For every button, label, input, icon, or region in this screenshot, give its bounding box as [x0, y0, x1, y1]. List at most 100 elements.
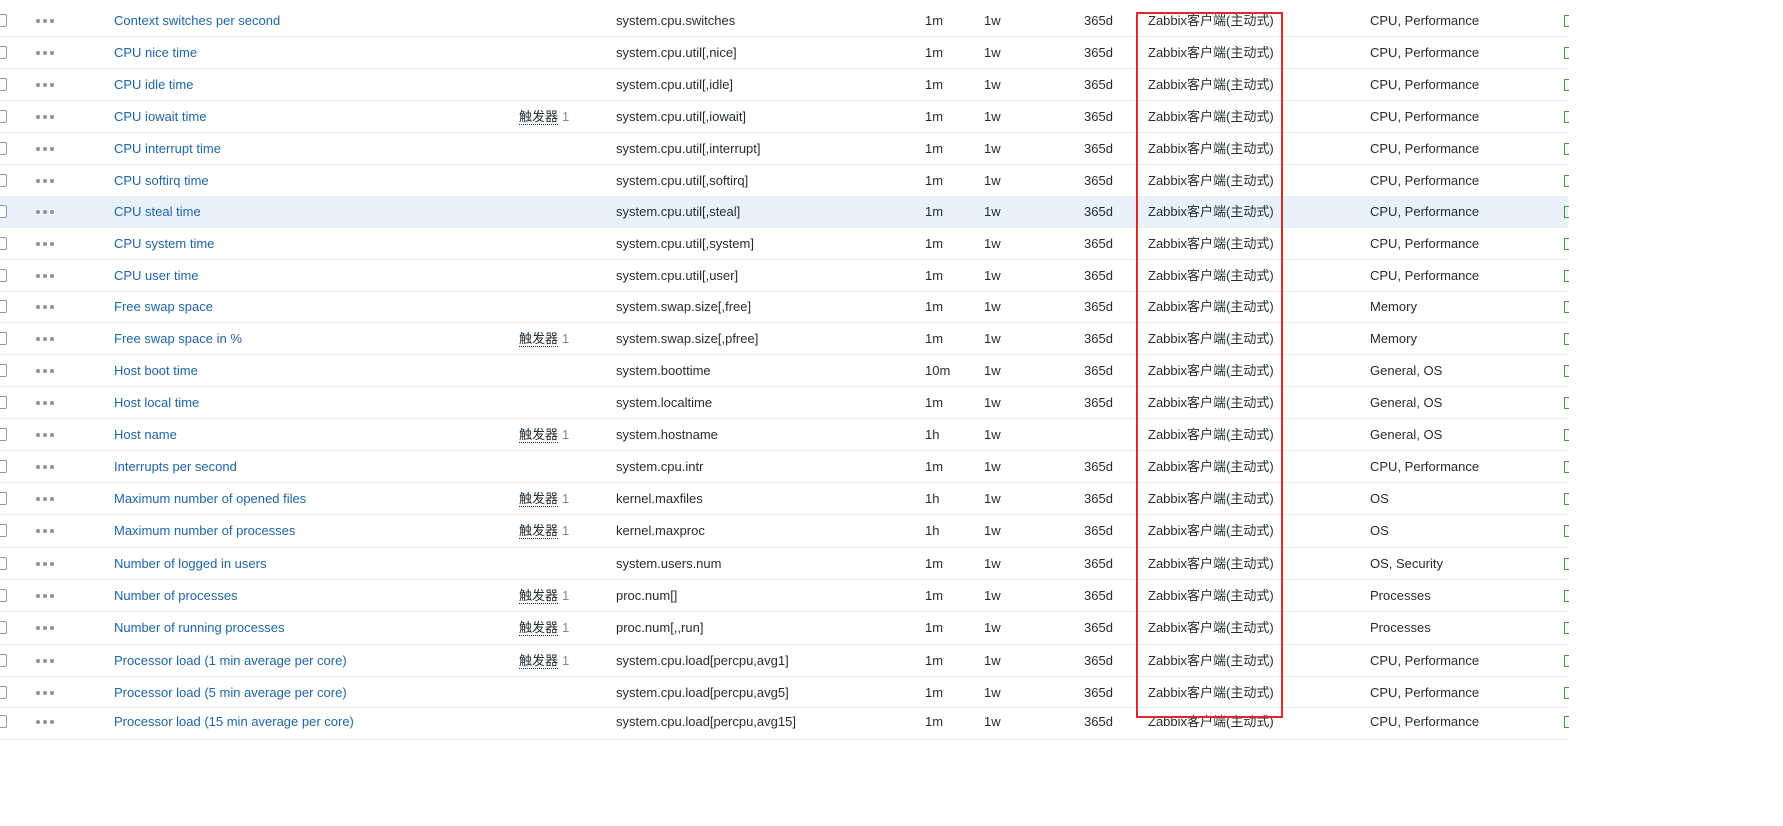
table-row[interactable]: CPU idle time system.cpu.util[,idle] 1m 1w 3… — [0, 69, 1569, 101]
ellipsis-menu-icon[interactable] — [36, 367, 56, 375]
item-name-link[interactable]: Free swap space in % — [114, 331, 242, 347]
tag-icon[interactable] — [1564, 558, 1569, 570]
ellipsis-menu-icon[interactable] — [36, 592, 56, 600]
row-checkbox[interactable] — [0, 269, 7, 282]
row-checkbox[interactable] — [0, 364, 7, 377]
item-name-link[interactable]: CPU idle time — [114, 77, 193, 93]
item-name-link[interactable]: Processor load (15 min average per core) — [114, 714, 354, 730]
row-checkbox[interactable] — [0, 621, 7, 634]
triggers-link[interactable]: 触发器 — [519, 653, 559, 669]
tag-icon[interactable] — [1564, 622, 1569, 634]
row-checkbox[interactable] — [0, 524, 7, 537]
row-checkbox[interactable] — [0, 715, 7, 728]
table-row[interactable]: CPU steal time system.cpu.util[,steal] 1m 1… — [0, 197, 1569, 228]
tag-icon[interactable] — [1564, 206, 1569, 218]
table-row[interactable]: CPU user time system.cpu.util[,user] 1m 1w 3… — [0, 260, 1569, 292]
tag-icon[interactable] — [1564, 525, 1569, 537]
ellipsis-menu-icon[interactable] — [36, 399, 56, 407]
table-row[interactable]: CPU nice time system.cpu.util[,nice] 1m 1w 3… — [0, 37, 1569, 69]
tag-icon[interactable] — [1564, 175, 1569, 187]
tag-icon[interactable] — [1564, 47, 1569, 59]
tag-icon[interactable] — [1564, 716, 1569, 728]
row-checkbox[interactable] — [0, 589, 7, 602]
ellipsis-menu-icon[interactable] — [36, 431, 56, 439]
item-name-link[interactable]: Host boot time — [114, 363, 198, 379]
ellipsis-menu-icon[interactable] — [36, 303, 56, 311]
ellipsis-menu-icon[interactable] — [36, 208, 56, 216]
item-name-link[interactable]: Processor load (1 min average per core) — [114, 653, 347, 669]
tag-icon[interactable] — [1564, 143, 1569, 155]
table-row[interactable]: Processor load (1 min average per core) 触… — [0, 645, 1569, 677]
tag-icon[interactable] — [1564, 397, 1569, 409]
table-row[interactable]: Processor load (5 min average per core) s… — [0, 677, 1569, 708]
triggers-link[interactable]: 触发器 — [519, 331, 559, 347]
item-name-link[interactable]: CPU interrupt time — [114, 141, 221, 157]
tag-icon[interactable] — [1564, 111, 1569, 123]
item-name-link[interactable]: CPU steal time — [114, 204, 201, 220]
tag-icon[interactable] — [1564, 687, 1569, 699]
table-row[interactable]: Free swap space in % 触发器 1 system.swap.size… — [0, 323, 1569, 355]
table-row[interactable]: Maximum number of processes 触发器 1 kernel.ma… — [0, 515, 1569, 548]
item-name-link[interactable]: CPU nice time — [114, 45, 197, 61]
row-checkbox[interactable] — [0, 46, 7, 59]
ellipsis-menu-icon[interactable] — [36, 81, 56, 89]
item-name-link[interactable]: Free swap space — [114, 299, 213, 315]
item-name-link[interactable]: Context switches per second — [114, 13, 280, 29]
item-name-link[interactable]: Maximum number of processes — [114, 523, 295, 539]
row-checkbox[interactable] — [0, 142, 7, 155]
tag-icon[interactable] — [1564, 493, 1569, 505]
tag-icon[interactable] — [1564, 79, 1569, 91]
tag-icon[interactable] — [1564, 238, 1569, 250]
ellipsis-menu-icon[interactable] — [36, 17, 56, 25]
row-checkbox[interactable] — [0, 110, 7, 123]
item-name-link[interactable]: CPU iowait time — [114, 109, 206, 125]
triggers-link[interactable]: 触发器 — [519, 620, 559, 636]
item-name-link[interactable]: Number of running processes — [114, 620, 285, 636]
table-row[interactable]: Interrupts per second system.cpu.intr 1m 1w… — [0, 451, 1569, 483]
row-checkbox[interactable] — [0, 686, 7, 699]
row-checkbox[interactable] — [0, 237, 7, 250]
tag-icon[interactable] — [1564, 333, 1569, 345]
row-checkbox[interactable] — [0, 428, 7, 441]
triggers-link[interactable]: 触发器 — [519, 523, 559, 539]
tag-icon[interactable] — [1564, 365, 1569, 377]
ellipsis-menu-icon[interactable] — [36, 657, 56, 665]
tag-icon[interactable] — [1564, 429, 1569, 441]
row-checkbox[interactable] — [0, 654, 7, 667]
table-row[interactable]: Host local time system.localtime 1m 1w 365d Z… — [0, 387, 1569, 419]
item-name-link[interactable]: CPU softirq time — [114, 173, 209, 189]
table-row[interactable]: CPU softirq time system.cpu.util[,softirq… — [0, 165, 1569, 197]
table-row[interactable]: Host name 触发器 1 system.hostname 1h 1w Zabbix客户… — [0, 419, 1569, 451]
row-checkbox[interactable] — [0, 332, 7, 345]
table-row[interactable]: CPU interrupt time system.cpu.util[,inter… — [0, 133, 1569, 165]
item-name-link[interactable]: Number of logged in users — [114, 556, 266, 572]
item-name-link[interactable]: Processor load (5 min average per core) — [114, 685, 347, 701]
table-row[interactable]: Number of logged in users system.users.nu… — [0, 548, 1569, 580]
ellipsis-menu-icon[interactable] — [36, 689, 56, 697]
table-row[interactable]: CPU iowait time 触发器 1 system.cpu.util[,iowa… — [0, 101, 1569, 133]
table-row[interactable]: Number of processes 触发器 1 proc.num[] 1m 1w 365… — [0, 580, 1569, 612]
ellipsis-menu-icon[interactable] — [36, 145, 56, 153]
triggers-link[interactable]: 触发器 — [519, 588, 559, 604]
item-name-link[interactable]: Host local time — [114, 395, 199, 411]
tag-icon[interactable] — [1564, 15, 1569, 27]
ellipsis-menu-icon[interactable] — [36, 272, 56, 280]
ellipsis-menu-icon[interactable] — [36, 560, 56, 568]
ellipsis-menu-icon[interactable] — [36, 495, 56, 503]
triggers-link[interactable]: 触发器 — [519, 109, 559, 125]
item-name-link[interactable]: CPU system time — [114, 236, 214, 252]
table-row[interactable]: Host boot time system.boottime 10m 1w 365d Za… — [0, 355, 1569, 387]
table-row[interactable]: Free swap space system.swap.size[,free] 1m… — [0, 292, 1569, 323]
item-name-link[interactable]: Maximum number of opened files — [114, 491, 306, 507]
table-row[interactable]: Number of running processes 触发器 1 proc.num[… — [0, 612, 1569, 645]
table-row[interactable]: Processor load (15 min average per core)… — [0, 708, 1569, 740]
ellipsis-menu-icon[interactable] — [36, 527, 56, 535]
ellipsis-menu-icon[interactable] — [36, 113, 56, 121]
triggers-link[interactable]: 触发器 — [519, 491, 559, 507]
row-checkbox[interactable] — [0, 205, 7, 218]
tag-icon[interactable] — [1564, 270, 1569, 282]
table-row[interactable]: CPU system time system.cpu.util[,system] 1… — [0, 228, 1569, 260]
item-name-link[interactable]: Number of processes — [114, 588, 238, 604]
row-checkbox[interactable] — [0, 300, 7, 313]
tag-icon[interactable] — [1564, 461, 1569, 473]
